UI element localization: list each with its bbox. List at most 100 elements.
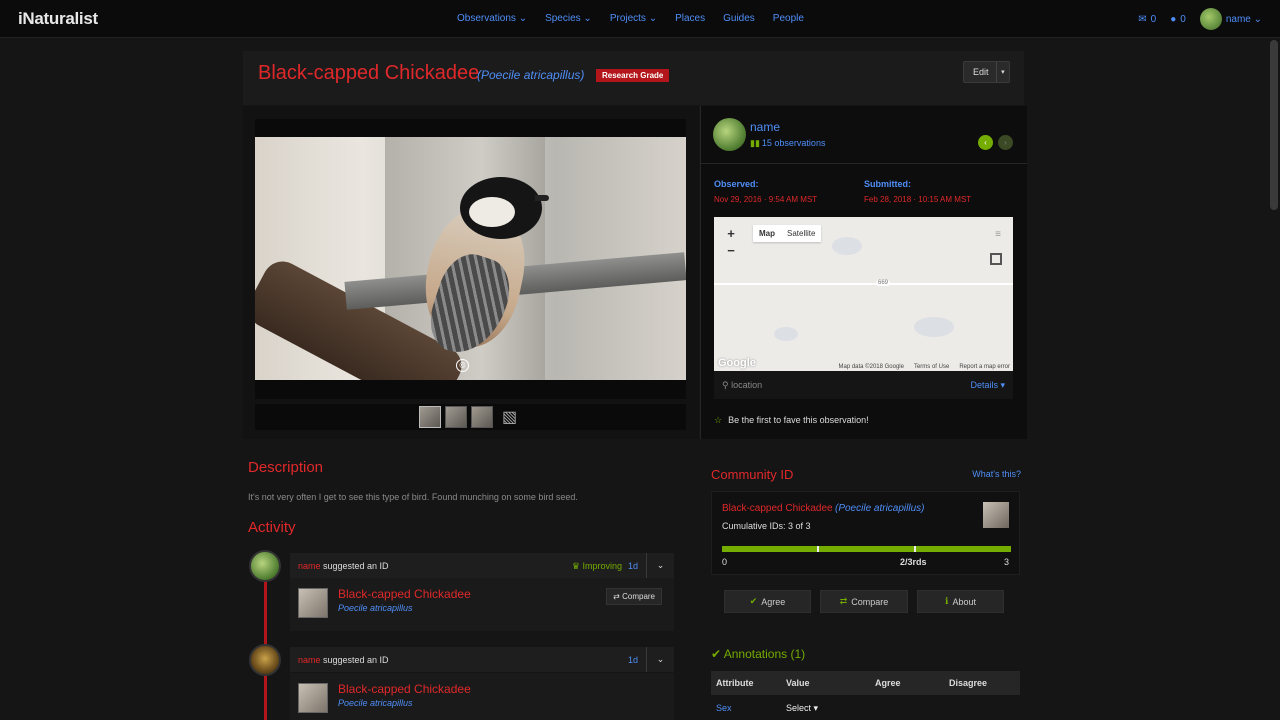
- messages-button[interactable]: ✉ 0: [1138, 14, 1156, 25]
- improving-badge: ♛ Improving: [571, 561, 622, 571]
- nav-projects[interactable]: Projects ⌄: [610, 13, 657, 24]
- photo-thumbnail[interactable]: [444, 406, 467, 428]
- observation-navigation: ‹ ›: [978, 135, 1013, 150]
- check-icon: ✔: [749, 596, 758, 606]
- compare-button[interactable]: ⇄ Compare: [820, 590, 908, 613]
- agreement-tick-2: [914, 546, 916, 552]
- taxon-common-name[interactable]: Black-capped Chickadee: [338, 682, 471, 696]
- map-type-map[interactable]: Map: [753, 225, 781, 242]
- activity-item-header: name suggested an ID 1d ⌄: [290, 647, 674, 672]
- photo-thumbnails: ▧: [255, 404, 686, 430]
- main-photo[interactable]: ©: [255, 137, 686, 380]
- notifications-count: 0: [1180, 13, 1186, 25]
- annotations-heading[interactable]: ✔ Annotations (1): [711, 647, 805, 661]
- observed-date: Observed: Nov 29, 2016 · 9:54 AM MST: [714, 179, 818, 204]
- submitted-date: Submitted: Feb 28, 2018 · 10:15 AM MST: [864, 179, 972, 204]
- observer-avatar[interactable]: [713, 118, 746, 151]
- layers-icon[interactable]: ≡: [995, 229, 1001, 240]
- nav-guides[interactable]: Guides: [723, 13, 755, 24]
- description-heading: Description: [248, 459, 324, 476]
- taxon-scientific-name[interactable]: Poecile atricapillus: [338, 698, 413, 708]
- activity-item-body: Black-capped Chickadee Poecile atricapil…: [290, 673, 674, 720]
- zoom-in-button[interactable]: +: [722, 225, 740, 242]
- whats-this-link[interactable]: What's this?: [972, 469, 1021, 479]
- edit-button[interactable]: Edit ▾: [963, 61, 1010, 83]
- user-avatar: [1199, 8, 1222, 30]
- main-nav-links: Observations ⌄ Species ⌄ Projects ⌄ Plac…: [457, 13, 804, 24]
- road-shield: 669: [876, 280, 891, 286]
- inaturalist-logo[interactable]: iNaturalist: [18, 9, 98, 29]
- nav-places[interactable]: Places: [675, 13, 705, 24]
- envelope-icon: ✉: [1138, 13, 1147, 25]
- star-icon[interactable]: ☆: [714, 415, 722, 425]
- map-pin-icon: ⚲: [722, 380, 729, 390]
- report-map-error-link[interactable]: Report a map error: [959, 364, 1010, 370]
- annotations-table: Attribute Value Agree Disagree Sex Selec…: [711, 671, 1020, 720]
- scale-mid: 2/3rds: [900, 557, 927, 567]
- nav-species[interactable]: Species ⌄: [545, 13, 592, 24]
- zoom-out-button[interactable]: −: [722, 242, 740, 259]
- taxon-scientific-name[interactable]: Poecile atricapillus: [338, 603, 413, 613]
- annotation-value-select[interactable]: Select ▾: [786, 703, 875, 714]
- map-zoom-controls: + −: [722, 225, 740, 259]
- location-details-toggle[interactable]: Details ▾: [970, 380, 1005, 391]
- activity-timeline: [264, 566, 267, 720]
- next-observation-button[interactable]: ›: [998, 135, 1013, 150]
- nav-people[interactable]: People: [773, 13, 804, 24]
- submitted-date-value: Feb 28, 2018 · 10:15 AM MST: [864, 195, 972, 204]
- activity-item-header: name suggested an ID ♛ Improving 1d ⌄: [290, 553, 674, 578]
- taxon-thumbnail[interactable]: [298, 683, 328, 713]
- fullscreen-icon[interactable]: [990, 253, 1002, 265]
- chevron-down-icon[interactable]: ⌄: [646, 647, 674, 672]
- observation-header: Black-capped Chickadee (Poecile atricapi…: [243, 51, 1024, 105]
- chevron-down-icon[interactable]: ⌄: [646, 553, 674, 578]
- avatar[interactable]: [249, 644, 281, 676]
- google-logo: Google: [718, 357, 756, 369]
- terms-of-use-link[interactable]: Terms of Use: [914, 364, 949, 370]
- scale-max: 3: [1003, 557, 1009, 567]
- agreement-tick-1: [817, 546, 819, 552]
- description-text: It's not very often I get to see this ty…: [248, 492, 578, 502]
- map-type-satellite[interactable]: Satellite: [781, 225, 821, 242]
- observation-scientific-name[interactable]: (Poecile atricapillus): [477, 68, 584, 82]
- photo-thumbnail[interactable]: [418, 406, 441, 428]
- photo-panel: © ▧: [243, 106, 699, 439]
- cumulative-ids: Cumulative IDs: 3 of 3: [722, 521, 811, 531]
- avatar[interactable]: [249, 550, 281, 582]
- activity-user-link[interactable]: name: [298, 655, 321, 665]
- compare-button[interactable]: ⇄ Compare: [606, 588, 662, 605]
- observer-observation-count[interactable]: ▮▮ 15 observations: [750, 138, 825, 149]
- about-button[interactable]: ℹ About: [917, 590, 1004, 613]
- annotation-attribute[interactable]: Sex: [711, 703, 786, 713]
- agreement-bar: [722, 546, 1011, 552]
- taxon-thumbnail[interactable]: [298, 588, 328, 618]
- scale-min: 0: [722, 557, 728, 567]
- activity-user-link[interactable]: name: [298, 561, 321, 571]
- activity-heading: Activity: [248, 519, 296, 536]
- observer-name[interactable]: name: [750, 120, 780, 134]
- check-circle-icon: ✔: [711, 647, 722, 661]
- previous-observation-button[interactable]: ‹: [978, 135, 993, 150]
- messages-count: 0: [1150, 13, 1157, 25]
- nav-observations[interactable]: Observations ⌄: [457, 13, 527, 24]
- user-menu[interactable]: name ⌄: [1199, 8, 1262, 30]
- binoculars-icon: ▮▮: [750, 138, 760, 148]
- fave-prompt[interactable]: ☆ Be the first to fave this observation!: [714, 415, 869, 426]
- activity-age: 1d: [627, 655, 638, 665]
- location-map[interactable]: 669 + − Map Satellite ≡ Google Map data …: [714, 217, 1013, 371]
- location-label: ⚲ location: [722, 380, 763, 390]
- user-menu-label: name ⌄: [1225, 13, 1262, 25]
- agree-button[interactable]: ✔ Agree: [724, 590, 811, 613]
- page-scrollbar[interactable]: [1270, 40, 1278, 210]
- notifications-button[interactable]: ● 0: [1170, 14, 1186, 25]
- community-taxon-common-name[interactable]: Black-capped Chickadee: [722, 503, 833, 514]
- community-taxon-thumbnail[interactable]: [983, 502, 1009, 528]
- observer-panel: name ▮▮ 15 observations ‹ › Observed: Nov…: [700, 106, 1027, 439]
- observation-common-name[interactable]: Black-capped Chickadee: [258, 62, 479, 85]
- add-photo-icon[interactable]: ▧: [497, 406, 523, 428]
- chevron-down-icon[interactable]: ▾: [995, 62, 1009, 82]
- photo-thumbnail[interactable]: [470, 406, 493, 428]
- community-taxon-scientific-name[interactable]: (Poecile atricapillus): [835, 503, 924, 514]
- taxon-common-name[interactable]: Black-capped Chickadee: [338, 587, 471, 601]
- copyright-icon[interactable]: ©: [456, 359, 469, 372]
